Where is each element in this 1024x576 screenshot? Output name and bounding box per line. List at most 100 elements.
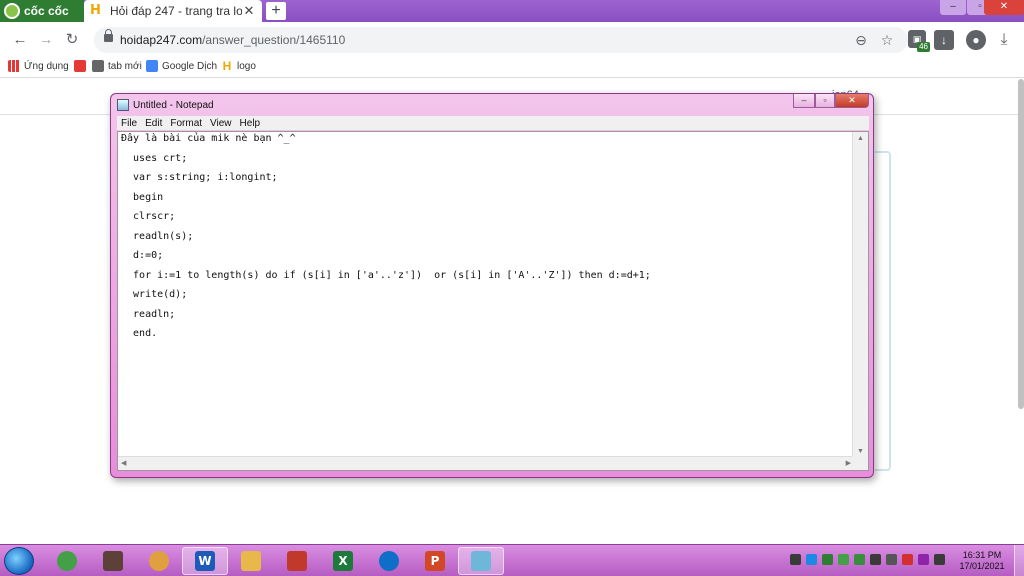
forward-arrow-icon[interactable]: → [36, 30, 56, 50]
notepad-window[interactable]: Untitled - Notepad – ▫ ✕ File Edit Forma… [110, 93, 874, 478]
bookmark-logo[interactable]: H logo [221, 60, 256, 72]
taskbar-coccoc[interactable] [44, 547, 90, 575]
app-icon [103, 551, 123, 571]
globe-icon [92, 60, 104, 72]
zoom-icon[interactable]: ⊖ [852, 31, 870, 49]
notepad-horizontal-scrollbar[interactable]: ◀ ▶ [118, 456, 854, 470]
teamviewer-icon [379, 551, 399, 571]
bookmark-new-tab[interactable]: tab mới [92, 60, 142, 72]
hoidap-favicon-icon: H [90, 3, 101, 18]
lock-icon [104, 29, 113, 42]
notepad-maximize-button[interactable]: ▫ [815, 94, 835, 108]
volume-icon[interactable] [790, 554, 801, 565]
tab-title: Hỏi đáp 247 - trang tra loi [110, 4, 242, 18]
text-line: uses crt; [121, 152, 188, 164]
menu-view[interactable]: View [206, 118, 236, 129]
window-minimize-button[interactable]: – [940, 0, 966, 15]
taskbar-excel[interactable]: X [320, 547, 366, 575]
browser-toolbar: ← → ↻ hoidap247.com/answer_question/1465… [0, 22, 1024, 56]
download-icon[interactable]: ⤓ [994, 30, 1014, 50]
notepad-title: Untitled - Notepad [133, 99, 214, 111]
bookmark-label: Ứng dụng [24, 60, 69, 72]
tray-app-icon[interactable] [838, 554, 849, 565]
notepad-editor[interactable]: Đây là bài của mik nè bạn ^_^ uses crt; … [117, 131, 869, 471]
notepad-text-area[interactable]: Đây là bài của mik nè bạn ^_^ uses crt; … [118, 132, 854, 458]
answer-card [875, 151, 891, 471]
text-line: Đây là bài của mik nè bạn ^_^ [121, 133, 296, 144]
url-host: hoidap247.com [120, 33, 203, 47]
reload-icon[interactable]: ↻ [62, 30, 82, 50]
notepad-menubar: File Edit Format View Help [117, 116, 869, 130]
browser-tab[interactable]: H Hỏi đáp 247 - trang tra loi ✕ [84, 0, 262, 22]
coccoc-brand[interactable]: cốc cốc [0, 0, 84, 22]
back-arrow-icon[interactable]: ← [10, 30, 30, 50]
hoidap-h-icon: H [222, 59, 232, 73]
scroll-left-arrow-icon[interactable]: ◀ [121, 459, 126, 467]
system-tray [790, 554, 945, 565]
taskbar-word[interactable]: W [182, 547, 228, 575]
tray-app-icon[interactable] [886, 554, 897, 565]
taskbar-app-6[interactable] [274, 547, 320, 575]
page-scrollbar[interactable] [1018, 79, 1024, 409]
text-line: d:=0; [121, 250, 164, 261]
bookmark-youtube[interactable] [74, 60, 90, 72]
excel-icon: X [333, 551, 353, 571]
profile-avatar-icon[interactable]: ● [966, 30, 986, 50]
show-desktop-button[interactable] [1014, 545, 1024, 576]
bookmark-google-translate[interactable]: Google Dịch [146, 60, 217, 72]
extension-badge-count: 46 [917, 42, 930, 52]
scroll-right-arrow-icon[interactable]: ▶ [846, 459, 851, 467]
flag-icon[interactable] [870, 554, 881, 565]
tray-app-icon[interactable] [822, 554, 833, 565]
taskbar-explorer[interactable] [228, 547, 274, 575]
youtube-icon [74, 60, 86, 72]
start-button[interactable] [4, 547, 34, 575]
size-grip[interactable] [852, 456, 868, 470]
download-box-icon[interactable]: ↓ [934, 30, 954, 50]
text-line: var s:string; i:longint; [121, 172, 278, 183]
browser-titlebar: cốc cốc H Hỏi đáp 247 - trang tra loi ✕ … [0, 0, 1024, 22]
text-line: readln; [121, 308, 176, 320]
notepad-minimize-button[interactable]: – [793, 94, 815, 108]
taskbar-clock[interactable]: 16:31 PM 17/01/2021 [956, 550, 1008, 572]
tray-app-icon[interactable] [806, 554, 817, 565]
extension-icon[interactable]: ▣ 46 [908, 30, 930, 52]
window-close-button[interactable]: ✕ [984, 0, 1024, 15]
menu-file[interactable]: File [117, 118, 141, 129]
tab-close-icon[interactable]: ✕ [242, 3, 256, 19]
url-path: /answer_question/1465110 [202, 33, 346, 47]
notepad-close-button[interactable]: ✕ [835, 94, 869, 108]
bookmark-label: Google Dịch [162, 60, 218, 72]
menu-edit[interactable]: Edit [141, 118, 166, 129]
bookmark-apps[interactable]: Ứng dụng [8, 60, 69, 72]
word-icon: W [195, 551, 215, 571]
google-translate-icon [146, 60, 158, 72]
tray-app-icon[interactable] [902, 554, 913, 565]
text-line: readln(s); [121, 230, 194, 242]
text-line: clrscr; [121, 211, 176, 222]
brand-label: cốc cốc [24, 4, 69, 18]
bookmark-star-icon[interactable]: ☆ [878, 31, 896, 49]
taskbar-powerpoint[interactable]: P [412, 547, 458, 575]
taskbar-teamviewer[interactable] [366, 547, 412, 575]
clock-time: 16:31 PM [962, 550, 1002, 560]
apps-grid-icon [8, 60, 20, 72]
new-tab-button[interactable]: + [266, 2, 286, 20]
tray-app-icon[interactable] [854, 554, 865, 565]
text-line: begin [121, 191, 164, 203]
notepad-vertical-scrollbar[interactable]: ▲ ▼ [852, 132, 868, 458]
taskbar-paint[interactable] [136, 547, 182, 575]
clock-date: 17/01/2021 [959, 561, 1005, 571]
network-icon[interactable] [934, 554, 945, 565]
tray-app-icon[interactable] [918, 554, 929, 565]
taskbar-notepad[interactable] [458, 547, 504, 575]
text-line: write(d); [121, 289, 188, 300]
paint-palette-icon [149, 551, 169, 571]
scroll-down-arrow-icon[interactable]: ▼ [857, 448, 864, 455]
menu-format[interactable]: Format [166, 118, 206, 129]
taskbar-app-2[interactable] [90, 547, 136, 575]
app-icon [287, 551, 307, 571]
scroll-up-arrow-icon[interactable]: ▲ [857, 135, 864, 142]
address-bar[interactable]: hoidap247.com/answer_question/1465110 ⊖ … [94, 27, 908, 53]
menu-help[interactable]: Help [236, 118, 265, 129]
